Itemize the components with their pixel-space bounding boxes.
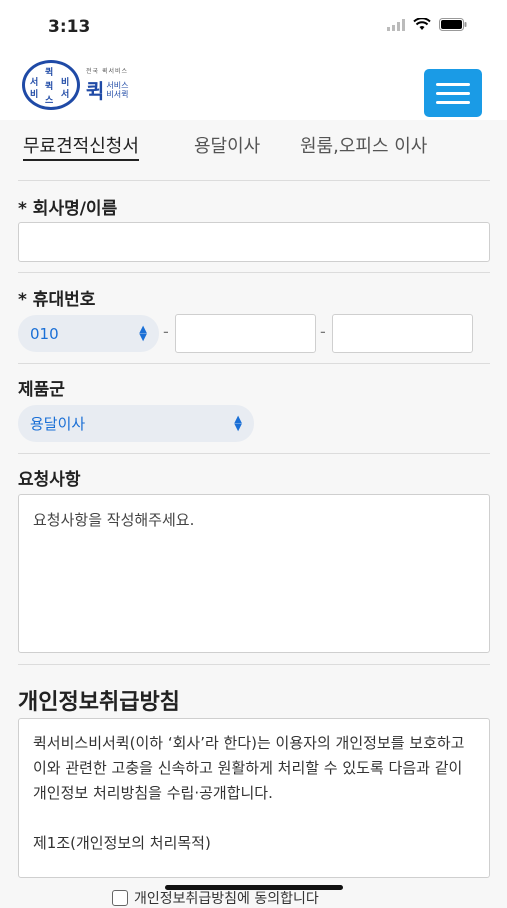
signal-icon — [387, 18, 405, 31]
divider — [18, 180, 490, 181]
wifi-icon — [413, 18, 431, 30]
phone-prefix-select[interactable]: 010 ▲ ▼ — [18, 315, 159, 352]
privacy-body: 퀵서비스비서퀵(이하 ‘회사’라 한다)는 이용자의 개인정보를 보호하고 이와… — [33, 734, 465, 802]
logo-wordmark: 전국 퀵서비스 퀵 서비스 비서퀵 — [86, 66, 129, 104]
agree-checkbox[interactable] — [112, 890, 128, 906]
phone-middle-input[interactable] — [175, 314, 316, 353]
menu-line-icon — [436, 91, 470, 95]
divider — [18, 664, 490, 665]
logo-emblem: 퀵 서 비 스 비 서 퀵 — [22, 60, 80, 110]
tab-truck-moving[interactable]: 용달이사 — [194, 132, 260, 158]
request-textarea[interactable]: 요청사항을 작성해주세요. — [18, 494, 490, 653]
product-label: 제품군 — [18, 380, 65, 400]
privacy-policy-box[interactable]: 퀵서비스비서퀵(이하 ‘회사’라 한다)는 이용자의 개인정보를 보호하고 이와… — [18, 718, 490, 878]
tab-free-estimate[interactable]: 무료견적신청서 — [23, 132, 139, 161]
phone-separator: - — [320, 322, 326, 341]
phone-label: * 휴대번호 — [18, 290, 96, 310]
chevron-updown-icon: ▲ ▼ — [139, 323, 147, 343]
request-label: 요청사항 — [18, 470, 81, 490]
battery-icon — [439, 18, 467, 31]
site-header: 퀵 서 비 스 비 서 퀵 전국 퀵서비스 퀵 서비스 비서퀵 — [0, 52, 507, 120]
product-value: 용달이사 — [30, 415, 86, 433]
phone-prefix-value: 010 — [30, 324, 59, 343]
home-indicator — [165, 885, 343, 890]
agree-label: 개인정보취급방침에 동의합니다 — [134, 891, 319, 907]
privacy-agree[interactable]: 개인정보취급방침에 동의합니다 — [112, 888, 319, 908]
divider — [18, 272, 490, 273]
logo-line1: 서비스 — [106, 80, 129, 90]
menu-line-icon — [436, 100, 470, 104]
menu-line-icon — [436, 82, 470, 86]
tab-studio-office-moving[interactable]: 원룸,오피스 이사 — [300, 132, 427, 158]
logo-sub: 전국 퀵서비스 — [86, 68, 129, 75]
site-logo[interactable]: 퀵 서 비 스 비 서 퀵 전국 퀵서비스 퀵 서비스 비서퀵 — [22, 60, 129, 110]
status-bar: 3:13 — [0, 0, 507, 52]
company-name-label: * 회사명/이름 — [18, 199, 118, 219]
phone-last-input[interactable] — [332, 314, 473, 353]
privacy-title: 개인정보취급방침 — [18, 690, 180, 715]
logo-quick: 퀵 — [86, 79, 105, 103]
divider — [18, 453, 490, 454]
logo-line2: 비서퀵 — [106, 89, 129, 99]
status-time: 3:13 — [48, 17, 91, 37]
status-icons — [387, 18, 467, 31]
product-select[interactable]: 용달이사 ▲ ▼ — [18, 405, 254, 442]
company-name-input[interactable] — [18, 222, 490, 262]
phone-separator: - — [163, 322, 169, 341]
privacy-article1: 제1조(개인정보의 처리목적) — [33, 834, 211, 852]
hamburger-menu-button[interactable] — [424, 69, 482, 117]
chevron-updown-icon: ▲ ▼ — [234, 413, 242, 433]
form-tabs: 무료견적신청서 용달이사 원룸,오피스 이사 — [0, 120, 507, 168]
divider — [18, 363, 490, 364]
